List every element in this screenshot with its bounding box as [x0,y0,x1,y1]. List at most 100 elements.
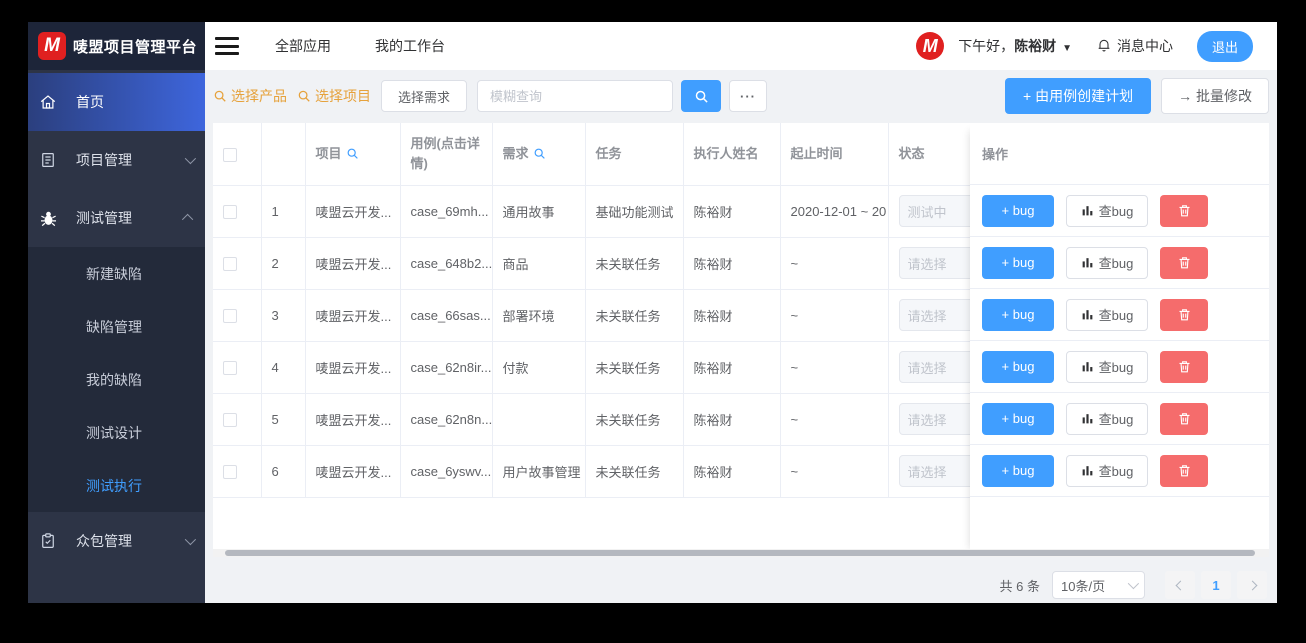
add-bug-button[interactable]: + bug [982,350,1054,383]
view-bug-button[interactable]: 查bug [1066,194,1148,227]
row-index: 3 [261,289,306,342]
table-row[interactable]: 3 唛盟云开发... case_66sas... 部署环境 未关联任务 陈裕财 … [213,289,1009,342]
view-bug-button[interactable]: 查bug [1066,246,1148,279]
executor-cell: 陈裕财 [683,237,781,290]
search-icon [534,148,545,160]
content: 选择产品 选择项目 选择需求 ··· + 由用例创建计划 → 批量修改 [205,70,1277,603]
case-cell[interactable]: case_62n8n... [400,393,493,446]
sidebar-item-test-execution[interactable]: 测试执行 [28,459,205,512]
select-requirement-button[interactable]: 选择需求 [381,80,468,112]
requirement-cell: 通用故事 [492,185,586,238]
row-checkbox[interactable] [223,412,237,427]
pager: 1 [1165,571,1267,599]
logo-bar[interactable]: M 唛盟项目管理平台 [28,22,205,70]
project-cell: 唛盟云开发... [305,237,401,290]
view-bug-button[interactable]: 查bug [1066,454,1148,487]
task-cell: 未关联任务 [585,341,684,394]
select-project-link[interactable]: 选择项目 [297,86,371,106]
row-index: 4 [261,341,306,394]
operations-row: + bug 查bug [970,445,1269,497]
table-row[interactable]: 2 唛盟云开发... case_648b2... 商品 未关联任务 陈裕财 ~ … [213,237,1009,290]
add-bug-button[interactable]: + bug [982,298,1054,331]
executor-cell: 陈裕财 [683,445,781,498]
nav-all-apps[interactable]: 全部应用 [275,36,331,56]
case-cell[interactable]: case_62n8ir... [400,341,493,394]
sidebar-item-defect-mgmt[interactable]: 缺陷管理 [28,300,205,353]
sidebar-item-new-defect[interactable]: 新建缺陷 [28,247,205,300]
search-button[interactable] [681,80,722,112]
sidebar-item-project-mgmt[interactable]: 项目管理 [28,131,205,189]
fuzzy-search-input[interactable] [477,80,674,112]
sidebar-item-label: 测试管理 [76,210,132,226]
bar-chart-icon [1082,258,1093,268]
create-plan-button[interactable]: + 由用例创建计划 [1005,78,1152,114]
delete-button[interactable] [1160,194,1208,227]
batch-edit-button[interactable]: → 批量修改 [1161,78,1269,114]
add-bug-button[interactable]: + bug [982,454,1054,487]
task-cell: 未关联任务 [585,445,684,498]
add-bug-button[interactable]: + bug [982,246,1054,279]
row-checkbox[interactable] [223,308,237,323]
select-all-checkbox[interactable] [223,147,237,162]
scrollbar-thumb[interactable] [225,550,1255,556]
delete-button[interactable] [1160,246,1208,279]
executor-cell: 陈裕财 [683,289,781,342]
chevron-down-icon [1127,577,1140,590]
sidebar-item-test-mgmt[interactable]: 测试管理 [28,189,205,247]
add-bug-button[interactable]: + bug [982,194,1054,227]
case-cell[interactable]: case_648b2... [400,237,493,290]
current-page[interactable]: 1 [1201,571,1231,599]
more-filters-button[interactable]: ··· [729,80,768,112]
table-row[interactable]: 4 唛盟云开发... case_62n8ir... 付款 未关联任务 陈裕财 ~… [213,341,1009,394]
hamburger-menu-icon[interactable] [215,37,239,55]
table-row[interactable]: 1 唛盟云开发... case_69mh... 通用故事 基础功能测试 陈裕财 … [213,185,1009,238]
sidebar-item-my-defects[interactable]: 我的缺陷 [28,353,205,406]
delete-button[interactable] [1160,402,1208,435]
table-row[interactable]: 6 唛盟云开发... case_6yswv... 用户故事管理 未关联任务 陈裕… [213,445,1009,498]
view-bug-button[interactable]: 查bug [1066,298,1148,331]
message-center[interactable]: 消息中心 [1096,36,1173,56]
sidebar-item-crowdsource-mgmt[interactable]: 众包管理 [28,512,205,570]
next-page-button[interactable] [1237,571,1267,599]
total-count-label: 共 6 条 [999,578,1040,594]
row-checkbox[interactable] [223,360,237,375]
view-bug-button[interactable]: 查bug [1066,402,1148,435]
topbar-right: M 下午好，陈裕财 ▼ 消息中心 退出 [916,30,1253,62]
horizontal-scrollbar[interactable] [213,549,1269,557]
nav-my-workbench[interactable]: 我的工作台 [375,36,445,56]
trash-icon [1179,465,1189,477]
case-cell[interactable]: case_66sas... [400,289,493,342]
chevron-down-icon [184,533,197,546]
user-greeting[interactable]: 下午好，陈裕财 ▼ [958,36,1072,56]
avatar[interactable]: M [916,32,945,60]
delete-button[interactable] [1160,454,1208,487]
row-checkbox[interactable] [223,464,237,479]
row-checkbox[interactable] [223,256,237,271]
row-checkbox[interactable] [223,204,237,219]
sidebar-item-label: 众包管理 [76,533,132,549]
requirement-cell: 商品 [492,237,586,290]
message-center-label: 消息中心 [1116,38,1173,54]
row-index: 2 [261,237,306,290]
delete-button[interactable] [1160,298,1208,331]
case-cell[interactable]: case_6yswv... [400,445,493,498]
sidebar-item-partial[interactable] [28,595,205,603]
prev-page-button[interactable] [1165,571,1195,599]
table-row[interactable]: 5 唛盟云开发... case_62n8n... 未关联任务 陈裕财 ~ 请选择 [213,393,1009,446]
select-product-link[interactable]: 选择产品 [213,86,287,106]
dates-cell: ~ [780,393,889,446]
logout-button[interactable]: 退出 [1196,30,1253,62]
delete-button[interactable] [1160,350,1208,383]
bar-chart-icon [1082,206,1093,216]
requirement-cell: 部署环境 [492,289,586,342]
view-bug-button[interactable]: 查bug [1066,350,1148,383]
sidebar: M 唛盟项目管理平台 首页 项目管理 测试管理 新建缺陷 缺陷管理 我的缺陷 测… [28,22,205,603]
bell-icon [1096,37,1112,56]
sidebar-item-home[interactable]: 首页 [28,73,205,131]
sidebar-item-test-design[interactable]: 测试设计 [28,406,205,459]
requirement-column-header: 需求 [492,123,586,186]
app-title: 唛盟项目管理平台 [73,38,198,56]
page-size-select[interactable]: 10条/页 [1052,571,1145,599]
add-bug-button[interactable]: + bug [982,402,1054,435]
case-cell[interactable]: case_69mh... [400,185,493,238]
